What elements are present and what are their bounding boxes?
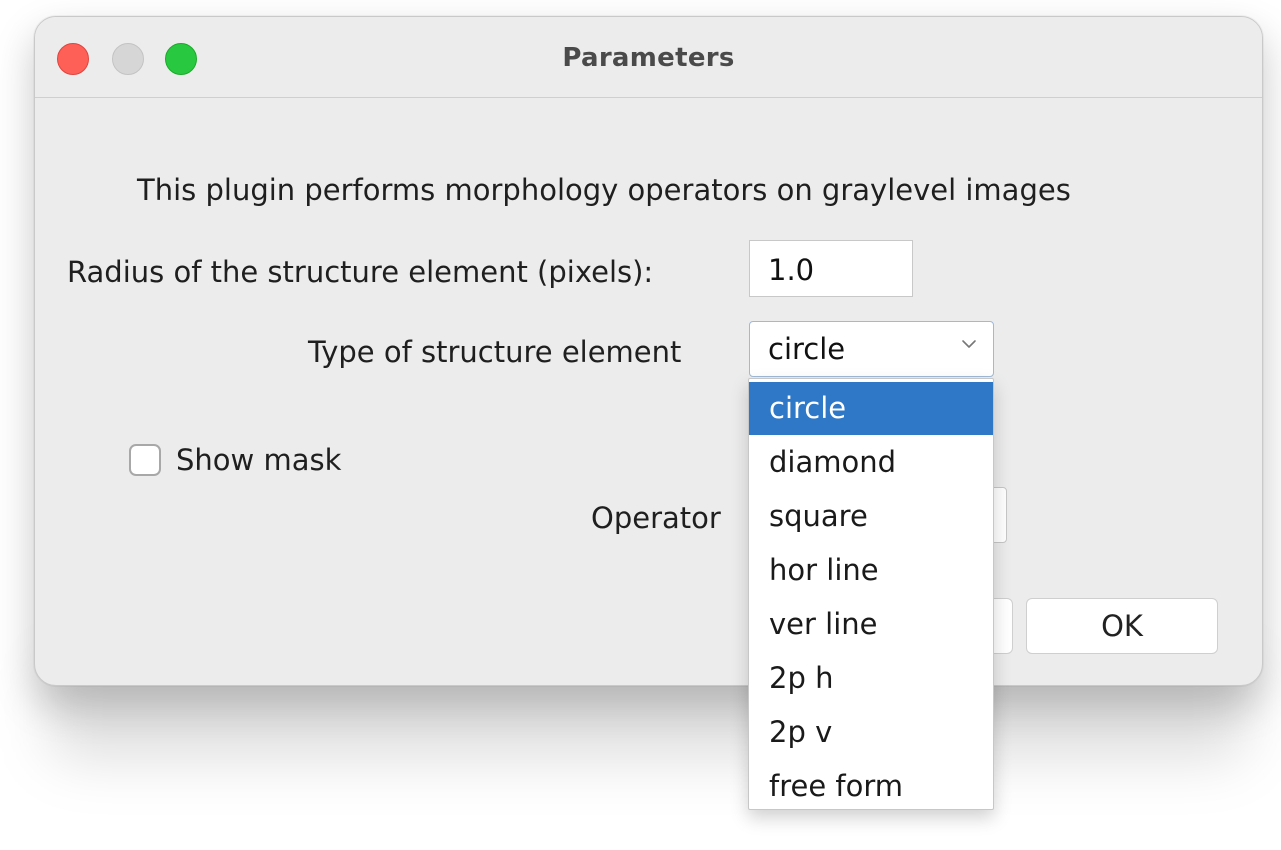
title-bar: Parameters xyxy=(35,17,1262,98)
window-title: Parameters xyxy=(562,43,735,73)
structure-type-dropdown[interactable]: circle diamond square hor line ver line … xyxy=(748,378,994,810)
dropdown-option-2p-v[interactable]: 2p v xyxy=(749,706,993,759)
radius-input[interactable]: 1.0 xyxy=(749,240,913,297)
chevron-down-icon xyxy=(962,340,976,348)
show-mask-label: Show mask xyxy=(176,443,342,477)
dropdown-option-square[interactable]: square xyxy=(749,490,993,543)
operator-label: Operator xyxy=(591,501,721,535)
dropdown-option-diamond[interactable]: diamond xyxy=(749,436,993,489)
screen: Parameters This plugin performs morpholo… xyxy=(0,0,1281,850)
radius-value: 1.0 xyxy=(768,253,815,287)
dropdown-option-hor-line[interactable]: hor line xyxy=(749,544,993,597)
dropdown-option-2p-h[interactable]: 2p h xyxy=(749,652,993,705)
dropdown-option-circle[interactable]: circle xyxy=(749,382,993,435)
type-select[interactable]: circle xyxy=(749,321,994,377)
radius-label: Radius of the structure element (pixels)… xyxy=(67,255,654,289)
dropdown-option-ver-line[interactable]: ver line xyxy=(749,598,993,651)
show-mask-checkbox[interactable] xyxy=(129,444,161,476)
type-selected-value: circle xyxy=(768,332,846,366)
description-text: This plugin performs morphology operator… xyxy=(137,173,1071,207)
dropdown-option-free-form[interactable]: free form xyxy=(749,760,993,813)
parameters-dialog: Parameters This plugin performs morpholo… xyxy=(34,16,1263,686)
type-label: Type of structure element xyxy=(308,335,682,369)
ok-button[interactable]: OK xyxy=(1026,598,1218,654)
